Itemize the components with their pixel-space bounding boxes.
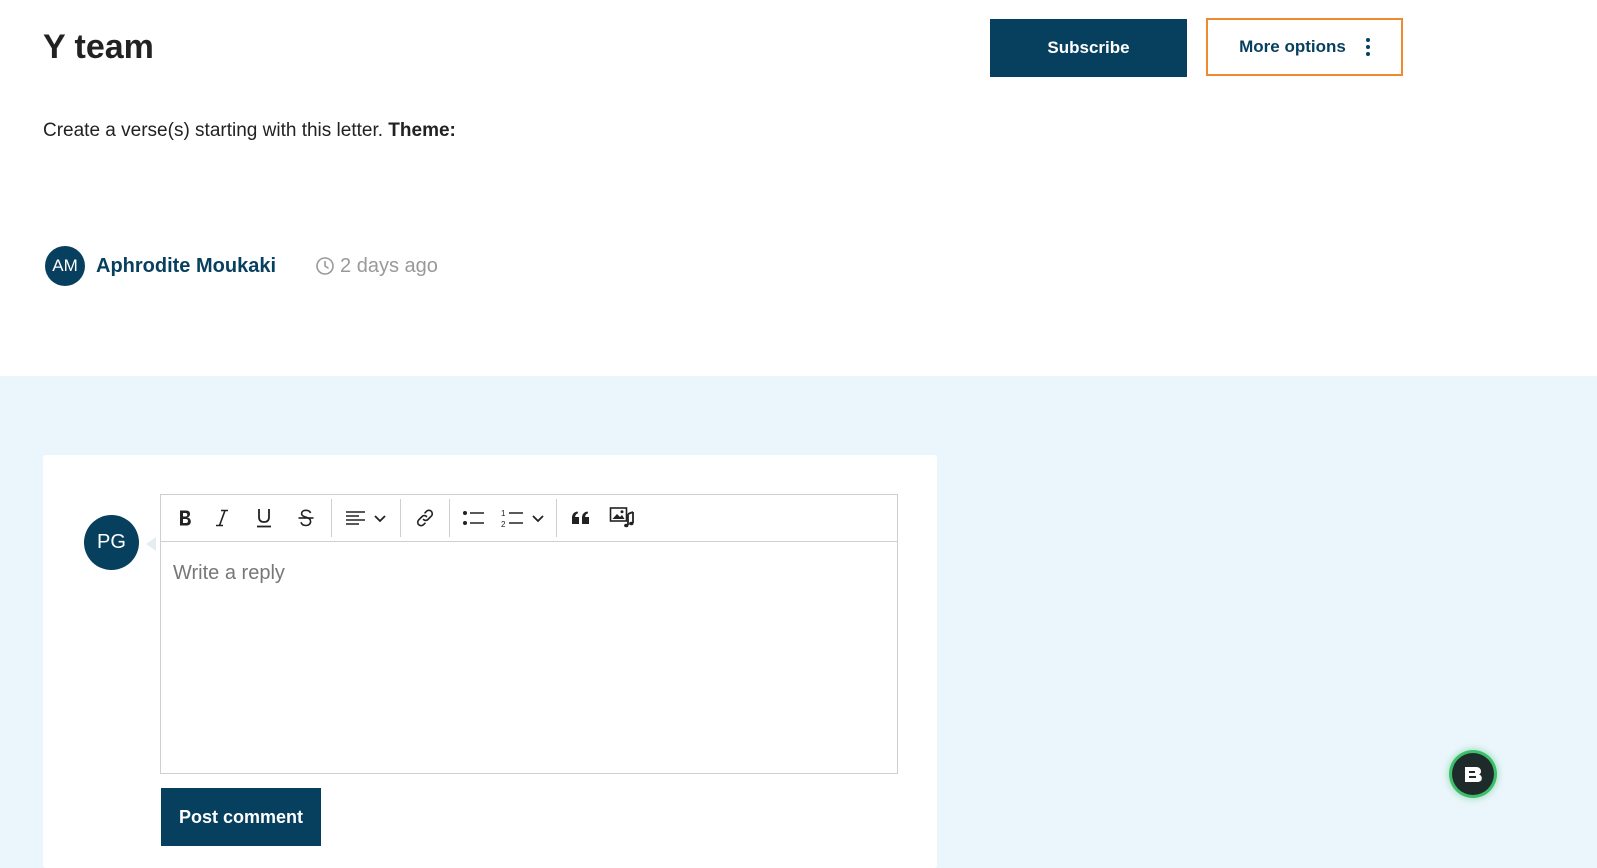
- insert-media-button[interactable]: [601, 495, 643, 542]
- blockquote-button[interactable]: [561, 495, 601, 542]
- chat-widget-icon: [1465, 767, 1482, 782]
- svg-text:1: 1: [501, 509, 506, 518]
- reply-input[interactable]: [173, 562, 885, 792]
- media-icon: [609, 507, 634, 528]
- link-button[interactable]: [405, 495, 445, 542]
- align-left-icon: [346, 511, 365, 525]
- avatar-pointer: [146, 537, 156, 551]
- editor-body: [161, 542, 897, 818]
- bullet-list-icon: [463, 511, 484, 525]
- link-icon: [416, 509, 434, 527]
- chat-widget-button[interactable]: [1452, 753, 1494, 795]
- blockquote-icon: [572, 511, 589, 524]
- toolbar-divider: [400, 499, 401, 537]
- timestamp-text: 2 days ago: [340, 254, 438, 277]
- post-timestamp: 2 days ago: [315, 255, 438, 278]
- page-title: Y team: [43, 28, 154, 66]
- author-row: AM Aphrodite Moukaki 2 days ago: [45, 246, 438, 286]
- italic-icon: [216, 509, 228, 527]
- bold-icon: [180, 510, 191, 526]
- toolbar-divider: [331, 499, 332, 537]
- post-description: Create a verse(s) starting with this let…: [43, 120, 456, 142]
- bold-button[interactable]: [169, 495, 201, 542]
- description-text: Create a verse(s) starting with this let…: [43, 120, 384, 141]
- post-comment-button[interactable]: Post comment: [161, 788, 321, 846]
- toolbar-divider: [449, 499, 450, 537]
- chevron-down-icon: [532, 515, 544, 523]
- strikethrough-icon: [298, 509, 314, 527]
- more-options-label: More options: [1239, 37, 1346, 56]
- svg-text:2: 2: [501, 520, 506, 529]
- numbered-list-icon: 12: [501, 509, 523, 529]
- strikethrough-button[interactable]: [285, 495, 327, 542]
- chevron-down-icon: [374, 515, 386, 523]
- current-user-avatar: PG: [84, 515, 139, 570]
- theme-label: Theme:: [388, 120, 456, 141]
- underline-button[interactable]: [243, 495, 285, 542]
- numbered-list-dropdown-button[interactable]: 12: [494, 495, 552, 542]
- italic-button[interactable]: [201, 495, 243, 542]
- underline-icon: [257, 509, 271, 528]
- editor-toolbar: 12: [161, 495, 897, 542]
- reply-editor: 12: [160, 494, 898, 792]
- author-name-link[interactable]: Aphrodite Moukaki: [96, 255, 276, 278]
- subscribe-button[interactable]: Subscribe: [990, 19, 1187, 77]
- align-dropdown-button[interactable]: [336, 495, 396, 542]
- page: Y team Subscribe More options Create a v…: [0, 0, 1597, 868]
- toolbar-divider: [556, 499, 557, 537]
- author-avatar[interactable]: AM: [45, 246, 85, 286]
- more-options-button[interactable]: More options: [1206, 18, 1403, 76]
- bullet-list-button[interactable]: [454, 495, 494, 542]
- clock-icon: [316, 257, 334, 275]
- kebab-icon: [1365, 38, 1370, 56]
